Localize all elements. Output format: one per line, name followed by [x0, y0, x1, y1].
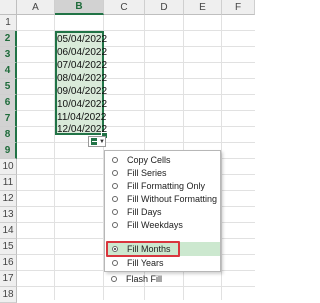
row-header-4[interactable]: 4 — [0, 63, 17, 79]
menu-item-fill-without-formatting[interactable]: Fill Without Formatting — [106, 192, 220, 206]
column-header-d[interactable]: D — [145, 0, 184, 15]
select-all-corner[interactable] — [0, 0, 17, 15]
auto-fill-icon — [91, 138, 98, 145]
menu-item-fill-weekdays[interactable]: Fill Weekdays — [106, 218, 220, 232]
row-header-15[interactable]: 15 — [0, 239, 17, 255]
menu-item-label: Fill Days — [127, 207, 162, 217]
grid-line — [17, 94, 255, 95]
grid-line — [17, 142, 255, 143]
row-header-5[interactable]: 5 — [0, 79, 17, 95]
row-header-17[interactable]: 17 — [0, 271, 17, 287]
column-header-b[interactable]: B — [55, 0, 104, 15]
radio-icon — [112, 209, 118, 215]
menu-item-label: Fill Without Formatting — [127, 194, 218, 204]
menu-item-label: Fill Formatting Only — [127, 181, 206, 191]
row-header-7[interactable]: 7 — [0, 111, 17, 127]
highlight-box — [106, 241, 180, 257]
menu-item-label: Fill Weekdays — [127, 220, 183, 230]
column-header-e[interactable]: E — [184, 0, 222, 15]
radio-icon — [112, 170, 118, 176]
auto-fill-options-button[interactable]: ▼ — [88, 136, 106, 147]
row-header-8[interactable]: 8 — [0, 127, 17, 143]
menu-item-label: Flash Fill — [126, 274, 163, 284]
menu-item-label: Copy Cells — [127, 155, 171, 165]
menu-item-label: Fill Years — [127, 258, 164, 268]
radio-icon — [112, 183, 118, 189]
chevron-down-icon: ▼ — [99, 138, 105, 145]
radio-icon — [111, 276, 117, 282]
row-header-9[interactable]: 9 — [0, 143, 17, 159]
menu-item-flash-fill[interactable]: Flash Fill — [105, 272, 219, 286]
row-header-10[interactable]: 10 — [0, 159, 17, 175]
radio-icon — [112, 222, 118, 228]
row-header-13[interactable]: 13 — [0, 207, 17, 223]
row-header-1[interactable]: 1 — [0, 15, 17, 31]
grid-line — [17, 46, 255, 47]
row-header-14[interactable]: 14 — [0, 223, 17, 239]
row-header-16[interactable]: 16 — [0, 255, 17, 271]
grid-line — [17, 30, 255, 31]
row-header-11[interactable]: 11 — [0, 175, 17, 191]
menu-item-copy-cells[interactable]: Copy Cells — [106, 153, 220, 167]
column-header-c[interactable]: C — [104, 0, 145, 15]
radio-icon — [112, 260, 118, 266]
column-header-a[interactable]: A — [17, 0, 55, 15]
radio-icon — [112, 157, 118, 163]
menu-item-fill-years[interactable]: Fill Years — [106, 256, 220, 270]
row-header-3[interactable]: 3 — [0, 47, 17, 63]
menu-item-label: Fill Series — [127, 168, 167, 178]
menu-item-fill-days[interactable]: Fill Days — [106, 205, 220, 219]
grid-line — [17, 286, 255, 287]
menu-item-fill-series[interactable]: Fill Series — [106, 166, 220, 180]
grid-line — [17, 62, 255, 63]
grid-line — [17, 78, 255, 79]
column-header-f[interactable]: F — [222, 0, 255, 15]
row-header-6[interactable]: 6 — [0, 95, 17, 111]
row-header-2[interactable]: 2 — [0, 31, 17, 47]
grid-line — [17, 126, 255, 127]
grid-line — [17, 110, 255, 111]
row-header-18[interactable]: 18 — [0, 287, 17, 303]
row-header-12[interactable]: 12 — [0, 191, 17, 207]
radio-icon — [112, 196, 118, 202]
menu-item-fill-formatting-only[interactable]: Fill Formatting Only — [106, 179, 220, 193]
